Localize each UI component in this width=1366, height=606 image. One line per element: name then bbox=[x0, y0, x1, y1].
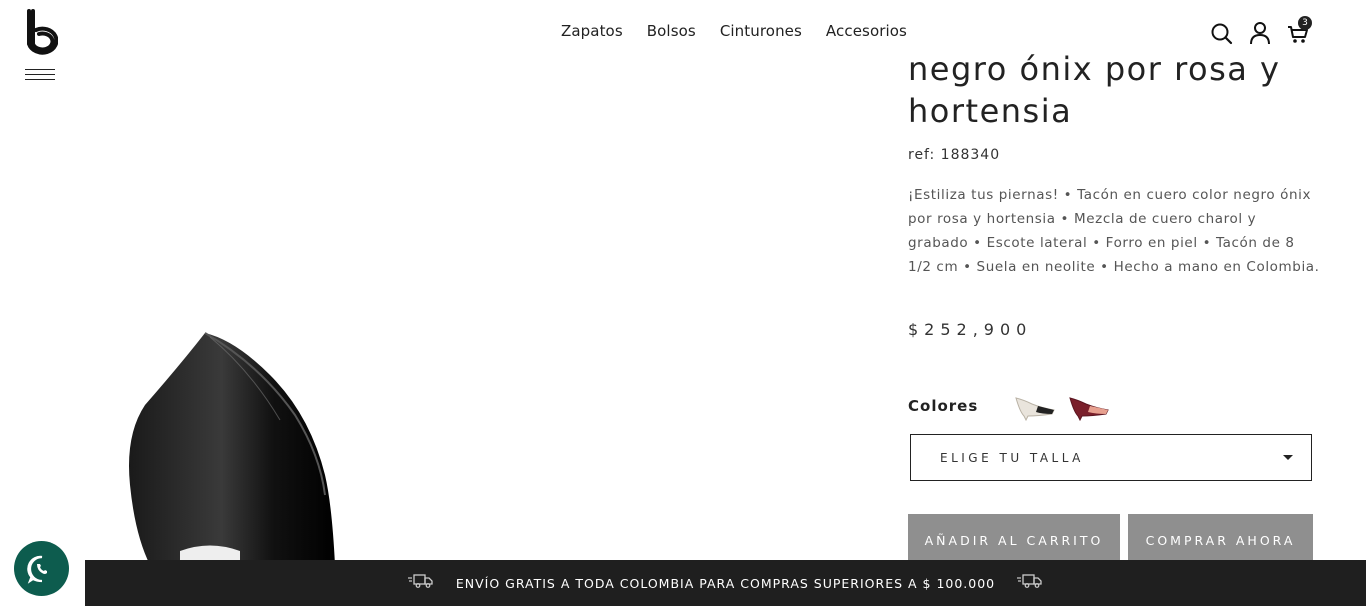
product-price: $252,900 bbox=[908, 320, 1033, 339]
add-to-cart-button[interactable]: AÑADIR AL CARRITO bbox=[908, 514, 1120, 566]
cart-icon[interactable]: 3 bbox=[1286, 16, 1312, 46]
menu-hamburger-icon[interactable] bbox=[25, 69, 55, 83]
product-title: negro ónix por rosa y hortensia bbox=[908, 50, 1281, 130]
colors-label: Colores bbox=[908, 397, 979, 415]
main-nav: Zapatos Bolsos Cinturones Accesorios bbox=[561, 22, 907, 40]
nav-item-accesorios[interactable]: Accesorios bbox=[826, 22, 907, 40]
whatsapp-icon bbox=[26, 555, 47, 584]
product-ref: ref: 188340 bbox=[908, 147, 1001, 163]
whatsapp-button[interactable] bbox=[14, 541, 69, 596]
delivery-truck-icon bbox=[407, 573, 434, 593]
search-icon[interactable] bbox=[1210, 20, 1234, 46]
shipping-text: ENVÍO GRATIS A TODA COLOMBIA PARA COMPRA… bbox=[455, 575, 996, 591]
product-description: ¡Estiliza tus piernas! • Tacón en cuero … bbox=[908, 187, 1320, 275]
shipping-banner: ENVÍO GRATIS A TODA COLOMBIA PARA COMPRA… bbox=[85, 560, 1366, 606]
cart-count-badge: 3 bbox=[1298, 16, 1312, 30]
nav-item-bolsos[interactable]: Bolsos bbox=[647, 22, 696, 40]
product-image[interactable] bbox=[120, 325, 350, 565]
size-select[interactable]: ELIGE TU TALLA bbox=[910, 434, 1312, 481]
buy-now-button[interactable]: COMPRAR AHORA bbox=[1128, 514, 1313, 566]
user-icon[interactable] bbox=[1248, 20, 1272, 46]
brand-logo[interactable] bbox=[24, 8, 59, 56]
color-swatch-red[interactable] bbox=[1066, 392, 1110, 424]
delivery-truck-icon bbox=[1017, 573, 1043, 593]
size-select-label: ELIGE TU TALLA bbox=[940, 450, 1084, 465]
nav-item-cinturones[interactable]: Cinturones bbox=[720, 22, 802, 40]
color-swatch-nude[interactable] bbox=[1012, 392, 1056, 424]
chevron-down-icon bbox=[1283, 455, 1293, 460]
nav-item-zapatos[interactable]: Zapatos bbox=[561, 22, 623, 40]
header-icons: 3 bbox=[1210, 16, 1312, 46]
